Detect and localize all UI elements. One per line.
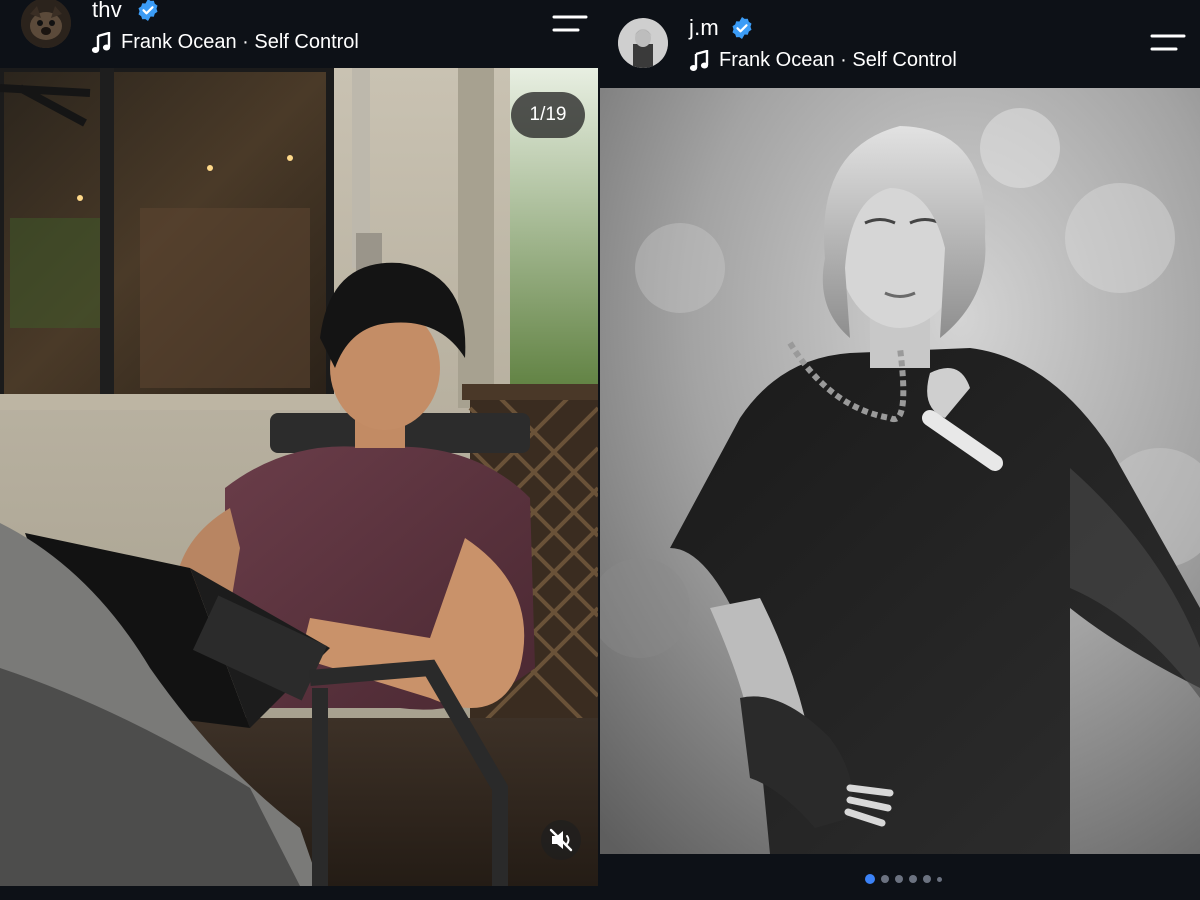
- feed-comparison: thv Frank Ocean · Self Control 1/19 j.m …: [0, 0, 1200, 900]
- bottom-bar: [0, 886, 598, 900]
- verified-badge-icon: [138, 0, 158, 21]
- post-photo[interactable]: [0, 68, 598, 886]
- performer-photo: [600, 88, 1200, 854]
- username[interactable]: thv: [92, 0, 122, 23]
- carousel-dot-active[interactable]: [865, 874, 875, 884]
- speaker-muted-icon: [549, 828, 573, 852]
- username[interactable]: j.m: [689, 15, 719, 41]
- menu-icon[interactable]: [552, 14, 588, 36]
- verified-badge-icon: [732, 17, 752, 39]
- carousel-dot[interactable]: [923, 875, 931, 883]
- music-track-label: Frank Ocean · Self Control: [719, 49, 957, 71]
- carousel-dot[interactable]: [909, 875, 917, 883]
- post-photo[interactable]: [600, 88, 1200, 854]
- menu-icon[interactable]: [1150, 33, 1186, 55]
- music-track-label: Frank Ocean · Self Control: [121, 31, 359, 53]
- mute-button[interactable]: [541, 820, 581, 860]
- carousel-dot[interactable]: [895, 875, 903, 883]
- image-counter-badge: 1/19: [511, 92, 585, 138]
- carousel-dot[interactable]: [937, 876, 942, 882]
- dog-avatar-icon[interactable]: [21, 0, 71, 48]
- music-note-icon: [91, 31, 111, 53]
- post-right: j.m Frank Ocean · Self Control: [600, 0, 1200, 900]
- post-header: j.m Frank Ocean · Self Control: [600, 0, 1200, 88]
- post-left: thv Frank Ocean · Self Control 1/19: [0, 0, 598, 900]
- music-note-icon: [689, 49, 709, 71]
- music-track[interactable]: Frank Ocean · Self Control: [91, 31, 359, 54]
- carousel-dot[interactable]: [881, 875, 889, 883]
- portrait-avatar-icon[interactable]: [618, 18, 668, 68]
- post-header: thv Frank Ocean · Self Control: [0, 0, 598, 68]
- man-with-laptop-photo: [0, 68, 598, 886]
- music-track[interactable]: Frank Ocean · Self Control: [689, 49, 957, 72]
- carousel-indicator: [865, 874, 942, 884]
